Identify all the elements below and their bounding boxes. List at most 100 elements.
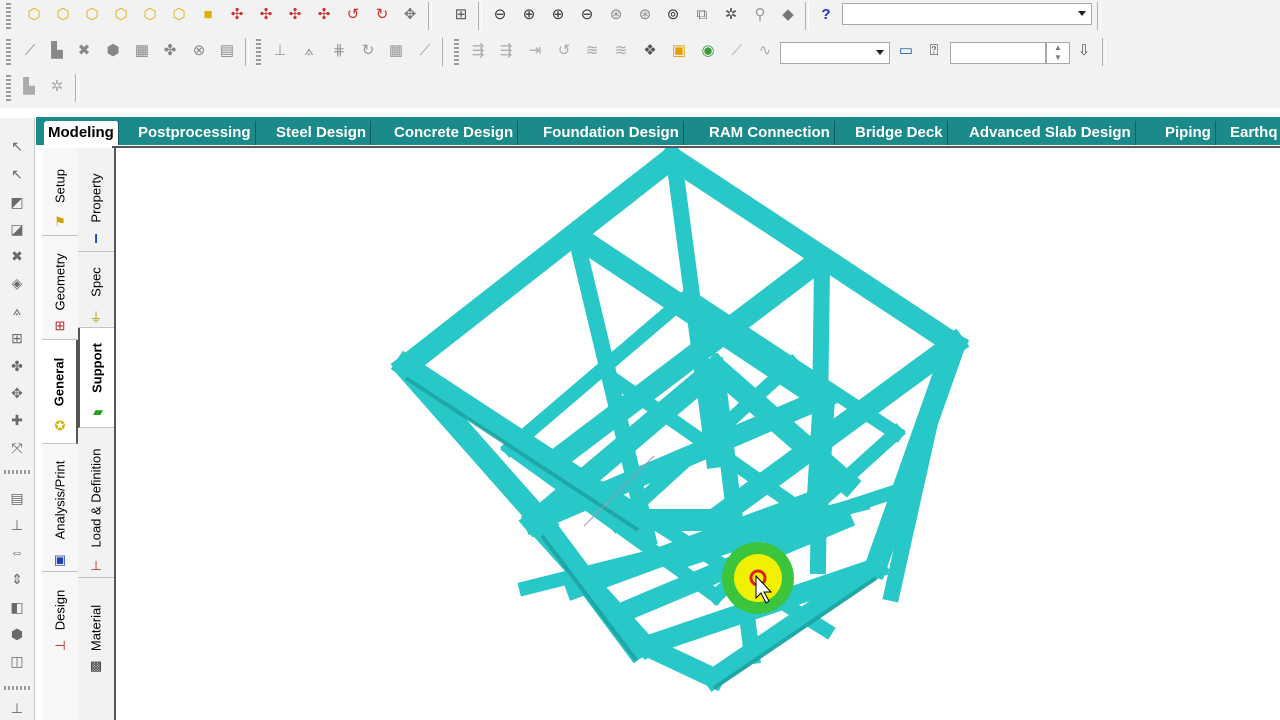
shear-icon[interactable]: ≋ — [580, 38, 604, 62]
screen-icon[interactable]: ▭ — [894, 38, 918, 62]
node-cursor-icon[interactable]: ✤ — [7, 356, 27, 376]
select-geometry-icon[interactable]: ✤ — [158, 38, 182, 62]
pan-icon[interactable]: ✥ — [398, 2, 422, 26]
front-view-icon[interactable]: ⬡ — [51, 2, 75, 26]
mode-shape-icon[interactable]: ⟋ — [725, 38, 749, 62]
tab-ram-connection[interactable]: RAM Connection — [705, 121, 835, 145]
toolbar-grip[interactable] — [6, 39, 11, 65]
tab-general[interactable]: General ✪ — [42, 340, 78, 444]
structure-model[interactable] — [116, 148, 1280, 720]
animation-icon[interactable]: ◉ — [696, 38, 720, 62]
back-view-icon[interactable]: ⬡ — [80, 2, 104, 26]
toolbar-grip[interactable] — [6, 75, 11, 101]
query-icon[interactable]: ⍰ — [922, 38, 946, 62]
shade-icon[interactable]: ⬢ — [7, 624, 27, 644]
surface-cursor-icon[interactable]: ◈ — [7, 273, 27, 293]
rotate-up-icon[interactable]: ✣ — [225, 2, 249, 26]
top-view-icon[interactable]: ⬡ — [167, 2, 191, 26]
grid-cursor-icon[interactable]: ⊞ — [7, 328, 27, 348]
axis-icon[interactable]: ⇔ — [7, 542, 27, 562]
scale-icon[interactable]: ⇕ — [7, 569, 27, 589]
select-surfaces-icon[interactable]: ▦ — [130, 38, 154, 62]
moment-icon[interactable]: ⇶ — [494, 38, 518, 62]
bottom-view-icon[interactable]: ■ — [196, 2, 220, 26]
clipboard-icon[interactable]: ▙ — [17, 74, 41, 98]
strip-grip[interactable] — [4, 686, 30, 690]
download-icon[interactable]: ⇩ — [1072, 38, 1096, 62]
move-icon[interactable]: ⤧ — [7, 438, 27, 458]
deflection-icon[interactable]: ❖ — [638, 38, 662, 62]
display-whole-structure-icon[interactable]: ⊞ — [449, 2, 473, 26]
tab-material[interactable]: Material ▩ — [78, 578, 114, 678]
structure-viewport[interactable] — [114, 148, 1280, 720]
tab-spec[interactable]: Spec ⏚ — [78, 252, 114, 328]
value-input[interactable] — [950, 42, 1046, 64]
add-icon[interactable]: ✚ — [7, 410, 27, 430]
section-cut-icon[interactable]: ⧉ — [690, 2, 714, 26]
add-beam-icon[interactable]: ⟑ — [297, 38, 321, 62]
structure-wizard-icon[interactable]: ✲ — [45, 74, 69, 98]
support-cursor-icon[interactable]: ✥ — [7, 383, 27, 403]
tab-postprocessing[interactable]: Postprocessing — [134, 121, 256, 145]
search-icon[interactable]: ⚲ — [748, 2, 772, 26]
solid-cursor-icon[interactable]: ✖ — [7, 246, 27, 266]
tab-geometry[interactable]: Geometry ⊞ — [42, 236, 78, 340]
eraser-icon[interactable]: ◆ — [776, 2, 800, 26]
tab-earthquake[interactable]: Earthq — [1226, 121, 1280, 145]
rotate-left-icon[interactable]: ✣ — [283, 2, 307, 26]
spin-right-icon[interactable]: ↻ — [370, 2, 394, 26]
toolbar-grip[interactable] — [6, 3, 11, 29]
magnifier-icon[interactable]: ✲ — [719, 2, 743, 26]
tab-piping[interactable]: Piping — [1161, 121, 1216, 145]
rotation-icon[interactable]: ↺ — [552, 38, 576, 62]
load-case-combo[interactable] — [780, 42, 890, 64]
zoom-previous-icon[interactable]: ⊛ — [633, 2, 657, 26]
spin-left-icon[interactable]: ↺ — [341, 2, 365, 26]
tab-modeling[interactable]: Modeling — [44, 121, 119, 145]
add-plate-icon[interactable]: ⋕ — [327, 38, 351, 62]
zoom-extents-icon[interactable]: ⊚ — [661, 2, 685, 26]
dynamic-zoom-icon[interactable]: ⊛ — [604, 2, 628, 26]
strip-grip[interactable] — [4, 470, 30, 474]
value-spinner[interactable]: ▲ ▼ — [1046, 42, 1070, 64]
fz-icon[interactable]: ⇥ — [523, 38, 547, 62]
tab-design[interactable]: Design ⊣ — [42, 572, 78, 668]
tab-analysis-print[interactable]: Analysis/Print ▣ — [42, 444, 78, 572]
zoom-in-small-icon[interactable]: ⊕ — [546, 2, 570, 26]
right-view-icon[interactable]: ⬡ — [138, 2, 162, 26]
force-icon[interactable]: ⇶ — [466, 38, 490, 62]
select-solids-icon[interactable]: ⬢ — [101, 38, 125, 62]
view-select-combo[interactable] — [842, 3, 1092, 25]
displacement-icon[interactable]: ∿ — [753, 38, 777, 62]
tab-bridge-deck[interactable]: Bridge Deck — [851, 121, 948, 145]
render-icon[interactable]: ◧ — [7, 597, 27, 617]
select-plates-icon[interactable]: ✖ — [72, 38, 96, 62]
isometric-view-icon[interactable]: ⬡ — [22, 2, 46, 26]
grid-icon[interactable]: ▦ — [384, 38, 408, 62]
section-icon[interactable]: ⊥ — [7, 698, 27, 718]
tab-concrete-design[interactable]: Concrete Design — [390, 121, 519, 145]
toolbar-grip[interactable] — [256, 39, 261, 65]
wire-icon[interactable]: ◫ — [7, 651, 27, 671]
beam-cursor-icon[interactable]: ◩ — [7, 192, 27, 212]
select-beams-icon[interactable]: ▙ — [45, 38, 69, 62]
tab-support[interactable]: Support ▰ — [78, 328, 114, 428]
tab-load-definition[interactable]: Load & Definition ⊥ — [78, 428, 114, 578]
zoom-in-icon[interactable]: ⊕ — [517, 2, 541, 26]
select-grid-icon[interactable]: ▤ — [215, 38, 239, 62]
pointer-icon[interactable]: ↖ — [7, 164, 27, 184]
plate-cursor-icon[interactable]: ◪ — [7, 219, 27, 239]
toolbar-grip[interactable] — [454, 39, 459, 65]
rotate-down-icon[interactable]: ✣ — [254, 2, 278, 26]
select-cursor-icon[interactable]: ↖ — [7, 136, 27, 156]
rotate-right-icon[interactable]: ✣ — [312, 2, 336, 26]
tab-setup[interactable]: Setup ⚑ — [42, 148, 78, 236]
geometry-cursor-icon[interactable]: ⟑ — [7, 300, 27, 320]
tab-foundation-design[interactable]: Foundation Design — [539, 121, 684, 145]
help-icon[interactable]: ? — [814, 2, 838, 26]
snap-node-icon[interactable]: ⊥ — [268, 38, 292, 62]
zoom-window-icon[interactable]: ⊖ — [488, 2, 512, 26]
zoom-out-icon[interactable]: ⊖ — [575, 2, 599, 26]
bending-icon[interactable]: ≋ — [609, 38, 633, 62]
select-nodes-icon[interactable]: ⟋ — [18, 38, 42, 62]
